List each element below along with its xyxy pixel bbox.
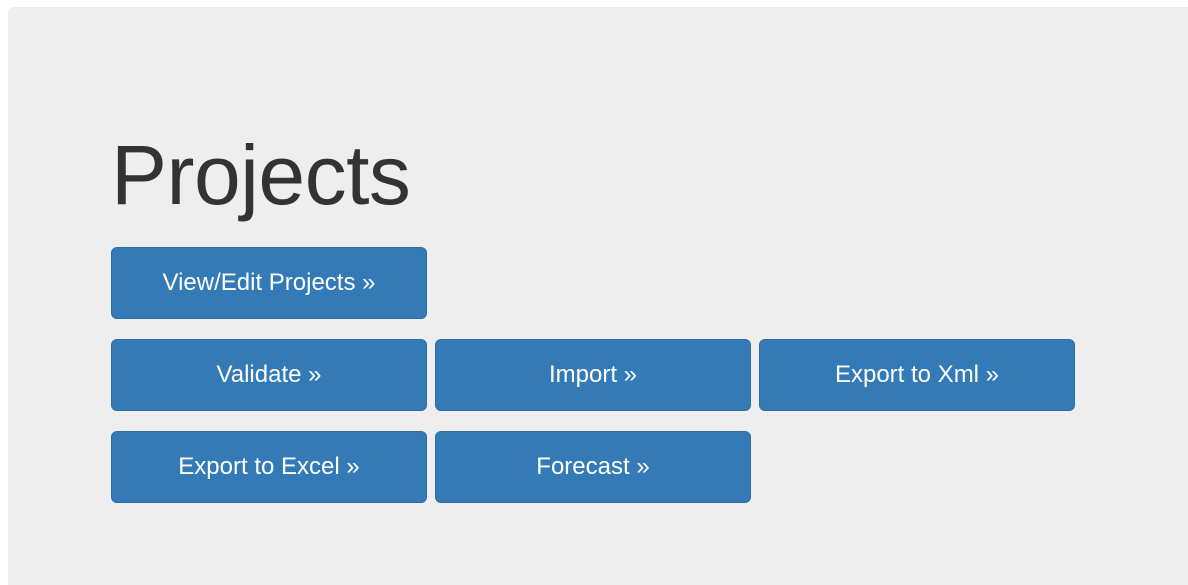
view-edit-projects-button[interactable]: View/Edit Projects »	[111, 247, 427, 319]
forecast-button[interactable]: Forecast »	[435, 431, 751, 503]
export-to-xml-button[interactable]: Export to Xml »	[759, 339, 1075, 411]
import-button[interactable]: Import »	[435, 339, 751, 411]
validate-button[interactable]: Validate »	[111, 339, 427, 411]
export-to-excel-button[interactable]: Export to Excel »	[111, 431, 427, 503]
page-title: Projects	[111, 128, 411, 222]
jumbotron-panel: Projects View/Edit Projects » Validate »…	[8, 7, 1188, 585]
